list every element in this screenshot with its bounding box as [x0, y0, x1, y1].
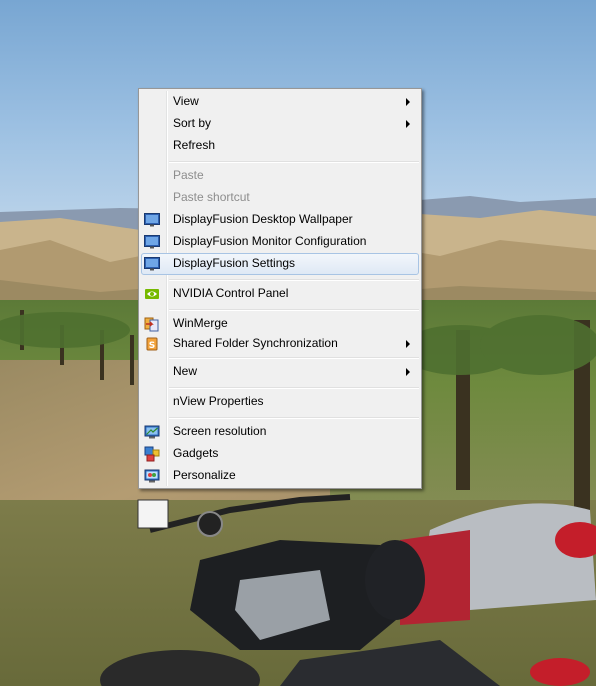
- gadgets-icon: [144, 446, 160, 462]
- menu-item-screen-resolution[interactable]: Screen resolution: [141, 421, 419, 443]
- menu-item-displayfusion-settings[interactable]: DisplayFusion Settings: [141, 253, 419, 275]
- menu-item-label: DisplayFusion Monitor Configuration: [173, 234, 367, 248]
- screen-resolution-icon: [144, 425, 160, 439]
- menu-separator: [169, 417, 419, 419]
- menu-separator: [169, 309, 419, 311]
- menu-separator: [169, 357, 419, 359]
- submenu-arrow-icon: [406, 340, 410, 348]
- menu-item-label: Paste shortcut: [173, 190, 250, 204]
- menu-item-label: Refresh: [173, 138, 216, 152]
- menu-item-label: Shared Folder Synchronization: [173, 336, 338, 350]
- svg-text:S: S: [149, 341, 155, 351]
- desktop-context-menu: View Sort by Refresh Paste Paste shortcu…: [138, 88, 422, 489]
- menu-item-label: DisplayFusion Settings: [173, 256, 296, 270]
- menu-item-label: WinMerge: [173, 316, 228, 330]
- personalize-icon: [144, 469, 160, 483]
- menu-item-sort-by[interactable]: Sort by: [141, 113, 419, 135]
- submenu-arrow-icon: [406, 368, 410, 376]
- menu-item-label: View: [173, 94, 199, 108]
- menu-item-label: nView Properties: [173, 394, 264, 408]
- displayfusion-monitor-icon: [144, 235, 160, 249]
- menu-separator: [169, 161, 419, 163]
- menu-item-refresh[interactable]: Refresh: [141, 135, 419, 157]
- submenu-arrow-icon: [406, 98, 410, 106]
- menu-item-label: Sort by: [173, 116, 212, 130]
- menu-item-label: Paste: [173, 168, 204, 182]
- menu-item-gadgets[interactable]: Gadgets: [141, 443, 419, 465]
- menu-item-label: Gadgets: [173, 446, 219, 460]
- displayfusion-monitor-icon: [144, 213, 160, 227]
- menu-item-displayfusion-monitor-config[interactable]: DisplayFusion Monitor Configuration: [141, 231, 419, 253]
- winmerge-icon: [144, 317, 159, 332]
- menu-item-nvidia-control-panel[interactable]: NVIDIA Control Panel: [141, 283, 419, 305]
- displayfusion-monitor-icon: [144, 257, 160, 271]
- menu-separator: [169, 387, 419, 389]
- nvidia-icon: [145, 289, 159, 299]
- menu-item-shared-folder-sync[interactable]: S Shared Folder Synchronization: [141, 333, 419, 355]
- menu-item-paste: Paste: [141, 165, 419, 187]
- menu-item-label: NVIDIA Control Panel: [173, 286, 289, 300]
- menu-item-personalize[interactable]: Personalize: [141, 465, 419, 487]
- menu-item-nview-properties[interactable]: nView Properties: [141, 391, 419, 413]
- menu-item-view[interactable]: View: [141, 91, 419, 113]
- menu-separator: [169, 279, 419, 281]
- menu-item-new[interactable]: New: [141, 361, 419, 383]
- shared-folder-sync-icon: S: [146, 337, 158, 351]
- menu-item-paste-shortcut: Paste shortcut: [141, 187, 419, 209]
- menu-item-displayfusion-wallpaper[interactable]: DisplayFusion Desktop Wallpaper: [141, 209, 419, 231]
- menu-item-label: DisplayFusion Desktop Wallpaper: [173, 212, 353, 226]
- menu-item-label: New: [173, 364, 198, 378]
- menu-item-label: Screen resolution: [173, 424, 267, 438]
- menu-item-label: Personalize: [173, 468, 236, 482]
- submenu-arrow-icon: [406, 120, 410, 128]
- menu-item-winmerge[interactable]: WinMerge: [141, 313, 419, 335]
